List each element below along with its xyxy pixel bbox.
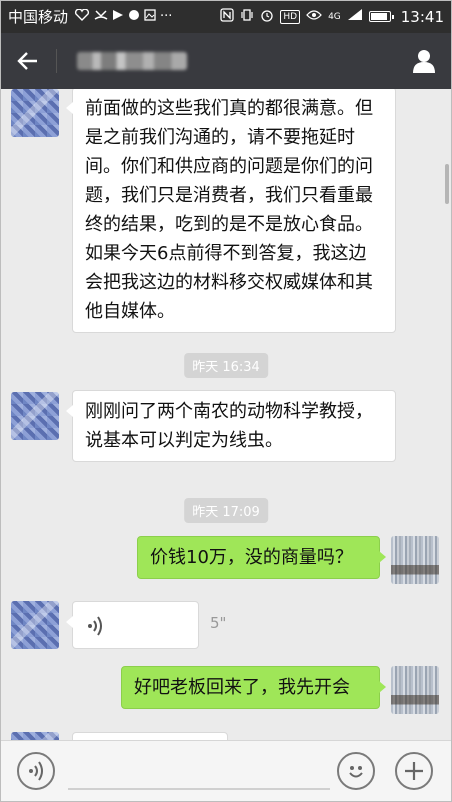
avatar[interactable] <box>11 601 59 649</box>
person-icon <box>413 50 435 73</box>
back-button[interactable] <box>0 33 56 89</box>
notification-icons: ··· <box>74 8 173 25</box>
timestamp: 昨天 16:34 <box>184 353 268 378</box>
voice-message-bubble[interactable] <box>66 601 199 649</box>
text-input[interactable] <box>68 788 330 790</box>
scrollbar[interactable] <box>445 164 449 204</box>
emoji-icon <box>349 766 363 778</box>
nfc-icon <box>220 7 235 26</box>
plus-icon <box>405 762 423 780</box>
chat-info-button[interactable] <box>396 33 452 89</box>
alarm-icon <box>260 8 274 26</box>
message-bubble-partial[interactable] <box>72 732 228 740</box>
hd-badge: HD <box>280 9 301 24</box>
network-type: 4G <box>328 11 341 22</box>
avatar[interactable] <box>11 392 59 440</box>
chat-header <box>0 33 452 89</box>
avatar[interactable] <box>11 732 59 740</box>
battery-icon <box>368 11 394 22</box>
voice-duration: 5" <box>210 614 227 632</box>
avatar[interactable] <box>391 666 439 714</box>
message-bubble[interactable]: 前面做的这些我们真的都很满意。但是之前我们沟通的，请不要拖延时间。你们和供应商的… <box>66 89 396 333</box>
more-notifications: ··· <box>160 9 173 24</box>
chat-title-blurred <box>77 52 187 70</box>
voice-input-button[interactable] <box>17 752 55 790</box>
avatar[interactable] <box>11 89 59 137</box>
avatar[interactable] <box>391 536 439 584</box>
heart-rate-icon <box>74 8 90 25</box>
emoji-button[interactable] <box>337 752 375 790</box>
gallery-icon <box>144 8 156 25</box>
status-bar: 中国移动 ··· HD 4G 13:41 <box>0 0 452 33</box>
app-icon <box>128 9 140 25</box>
input-bar <box>0 740 452 802</box>
timestamp: 昨天 17:09 <box>184 498 268 523</box>
message-bubble[interactable]: 价钱10万，没的商量吗？ <box>137 536 386 579</box>
header-divider <box>56 49 57 73</box>
voice-wave-icon <box>88 616 102 636</box>
missed-call-icon <box>94 9 108 25</box>
arrow-left-icon <box>17 52 37 70</box>
signal-icon <box>347 8 363 25</box>
play-store-icon <box>112 9 124 25</box>
carrier-label: 中国移动 <box>8 8 69 26</box>
message-list[interactable]: 前面做的这些我们真的都很满意。但是之前我们沟通的，请不要拖延时间。你们和供应商的… <box>0 89 452 740</box>
voice-icon <box>29 761 43 781</box>
eye-icon <box>306 9 322 25</box>
message-bubble[interactable]: 刚刚问了两个南农的动物科学教授，说基本可以判定为线虫。 <box>66 390 396 462</box>
vibrate-icon <box>240 8 254 26</box>
message-bubble[interactable]: 好吧老板回来了，我先开会 <box>121 666 386 709</box>
clock: 13:41 <box>400 7 444 26</box>
more-functions-button[interactable] <box>395 752 433 790</box>
